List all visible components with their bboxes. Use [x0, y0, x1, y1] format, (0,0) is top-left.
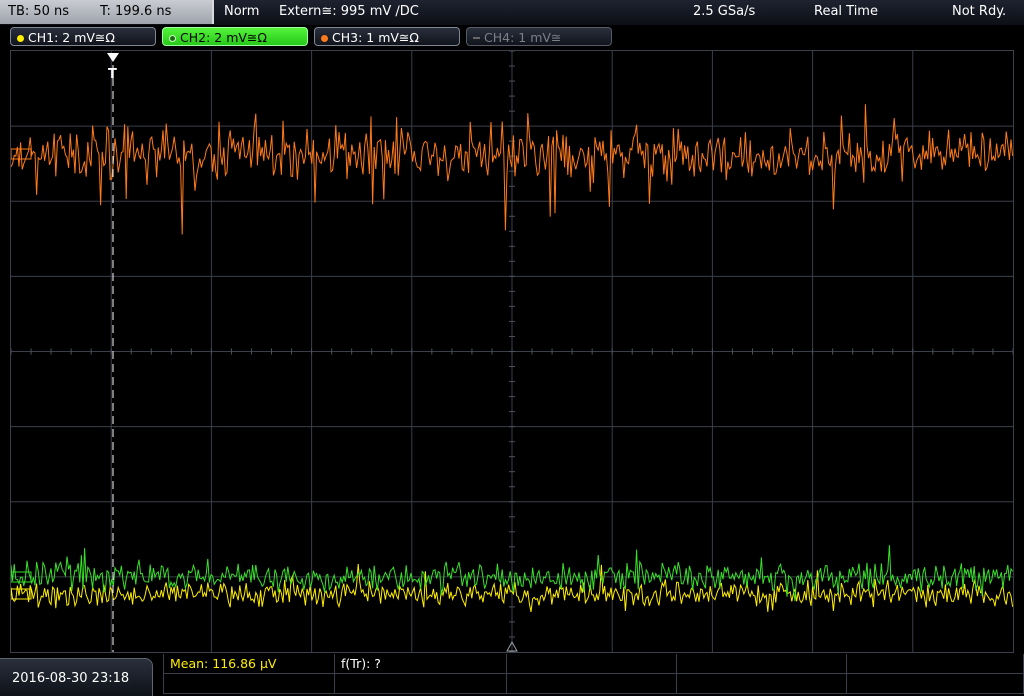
channel-tab-ch2[interactable]: CH2: 2 mV≅Ω [162, 27, 308, 46]
ch4-label: CH4: 1 mV≅ [484, 30, 562, 45]
ch1-indicator-icon [17, 35, 24, 42]
measurement-rise-freq: f(Tr): ? [341, 656, 381, 671]
measurement-cell [335, 674, 507, 694]
timebase-value: TB: 50 ns [8, 4, 70, 19]
ch2-indicator-icon [169, 35, 176, 42]
trigger-time-value: T: 199.6 ns [100, 4, 172, 19]
datetime-box[interactable]: 2016-08-30 23:18 [0, 658, 153, 696]
waveform-canvas: T [10, 50, 1014, 653]
measurement-cell [507, 674, 677, 694]
measurement-cell: f(Tr): ? [335, 654, 507, 674]
graticule [10, 50, 1014, 653]
measurement-table[interactable]: Mean: 116.86 µV f(Tr): ? [163, 654, 1024, 695]
measurement-cell [507, 654, 677, 674]
channel-bar: CH1: 2 mV≅Ω CH2: 2 mV≅Ω CH3: 1 mV≅Ω CH4:… [0, 25, 1024, 49]
channel-tab-ch4[interactable]: CH4: 1 mV≅ [466, 27, 612, 46]
measurement-mean: Mean: 116.86 µV [170, 656, 277, 671]
acquisition-status: Not Rdy. [952, 4, 1007, 19]
channel-tab-ch1[interactable]: CH1: 2 mV≅Ω [10, 27, 156, 46]
ch1-label: CH1: 2 mV≅Ω [28, 30, 115, 45]
measurement-cell [677, 654, 847, 674]
timebase-box[interactable]: TB: 50 ns T: 199.6 ns [0, 0, 214, 24]
datetime: 2016-08-30 23:18 [12, 671, 130, 686]
measurement-cell [677, 674, 847, 694]
trigger-mode[interactable]: Norm [224, 4, 259, 19]
sample-rate: 2.5 GSa/s [693, 4, 756, 19]
ch3-indicator-icon [321, 35, 328, 42]
channel-tab-ch3[interactable]: CH3: 1 mV≅Ω [314, 27, 460, 46]
measurement-cell [163, 674, 335, 694]
status-bar: TB: 50 ns T: 199.6 ns Norm Extern≅: 995 … [0, 0, 1024, 26]
acquisition-mode[interactable]: Real Time [814, 4, 878, 19]
ch3-label: CH3: 1 mV≅Ω [332, 30, 419, 45]
measurement-cell [847, 654, 1024, 674]
waveform-display[interactable]: T [10, 50, 1014, 653]
ch2-label: CH2: 2 mV≅Ω [180, 30, 267, 45]
ch4-off-icon [473, 37, 480, 39]
trigger-markers: T [10, 53, 518, 652]
measurement-cell [847, 674, 1024, 694]
trigger-t-icon: T [108, 67, 117, 82]
bottom-bar: 2016-08-30 23:18 Mean: 116.86 µV f(Tr): … [0, 654, 1024, 696]
trigger-position-icon [107, 53, 119, 62]
trigger-source[interactable]: Extern≅: 995 mV ∕DC [279, 4, 419, 19]
measurement-cell: Mean: 116.86 µV [163, 654, 335, 674]
